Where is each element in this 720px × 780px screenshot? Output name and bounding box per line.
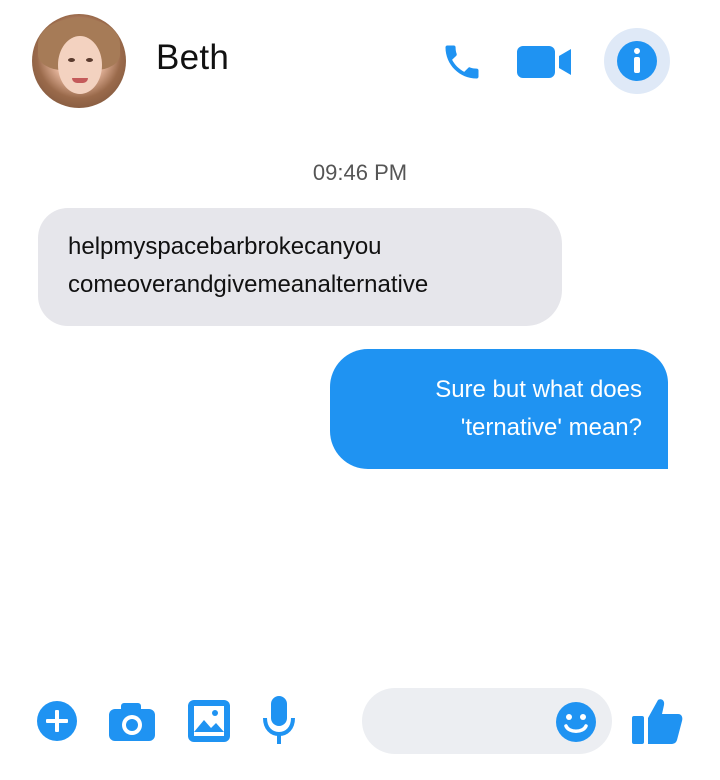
call-button[interactable]: [438, 40, 486, 84]
like-button[interactable]: [630, 696, 684, 746]
info-button[interactable]: [604, 28, 670, 94]
incoming-message-bubble[interactable]: helpmyspacebarbrokecanyou comeoverandgiv…: [38, 208, 562, 326]
video-call-button[interactable]: [515, 40, 575, 84]
emoji-icon: [556, 702, 596, 742]
message-text-line: helpmyspacebarbrokecanyou: [68, 233, 382, 260]
gallery-button[interactable]: [186, 698, 232, 744]
message-text-line: Sure but what does: [435, 376, 642, 403]
more-actions-button[interactable]: [36, 700, 78, 742]
voice-message-button[interactable]: [262, 694, 296, 748]
plus-icon: [37, 701, 77, 741]
message-text-line: 'ternative' mean?: [460, 414, 642, 441]
gallery-icon: [188, 700, 230, 742]
thumbs-up-icon: [632, 699, 683, 744]
contact-name[interactable]: Beth: [156, 38, 229, 78]
message-text-line: comeoverandgivemeanalternative: [68, 271, 429, 298]
camera-button[interactable]: [106, 698, 158, 744]
microphone-icon: [263, 696, 295, 744]
emoji-button[interactable]: [554, 700, 598, 744]
message-composer: [0, 680, 720, 760]
message-timestamp: 09:46 PM: [312, 160, 408, 185]
phone-icon: [445, 45, 479, 79]
conversation-header: Beth: [0, 0, 720, 120]
avatar[interactable]: [32, 14, 126, 108]
camera-icon: [109, 703, 155, 741]
video-camera-icon: [517, 46, 571, 78]
outgoing-message-bubble[interactable]: Sure but what does 'ternative' mean?: [330, 349, 668, 469]
info-icon: [617, 41, 657, 81]
